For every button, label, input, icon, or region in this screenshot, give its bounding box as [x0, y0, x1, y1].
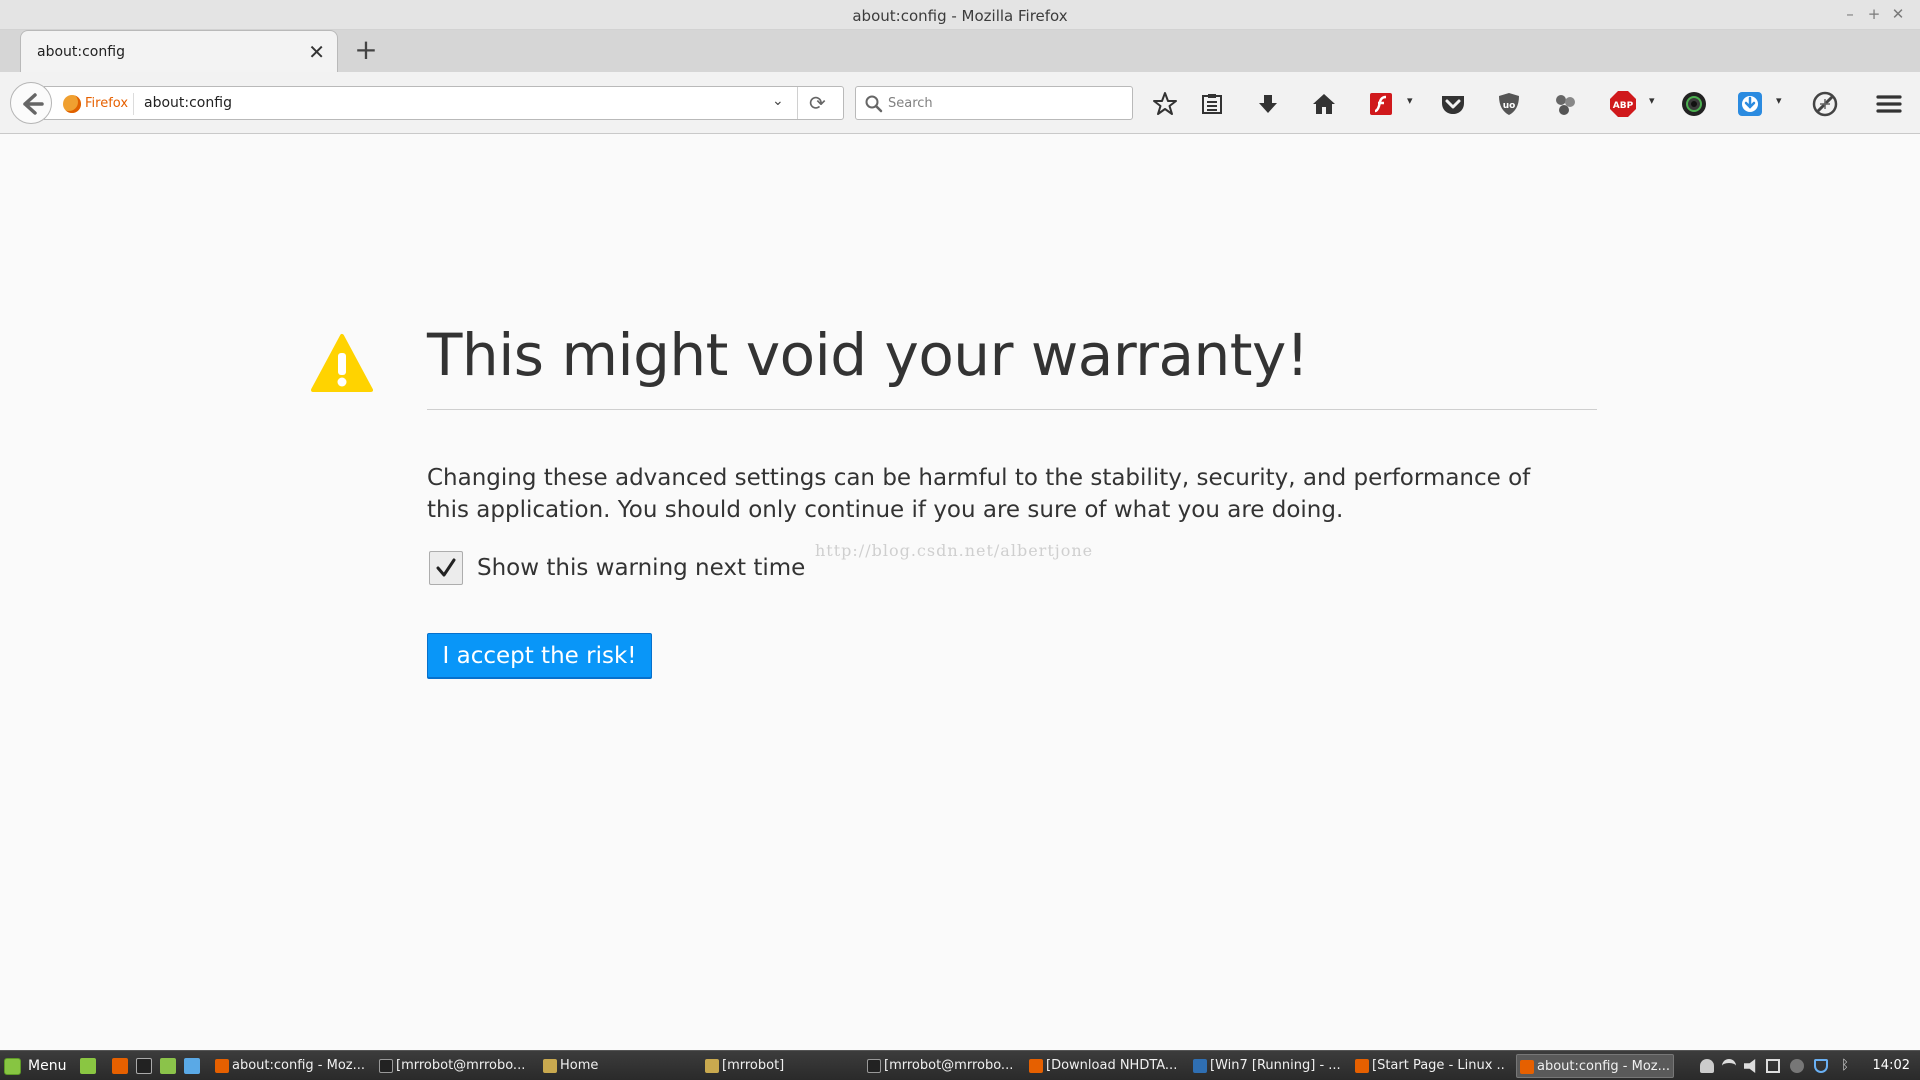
- flash-dropdown-icon[interactable]: ▾: [1407, 94, 1413, 107]
- taskbar-item-active[interactable]: about:config - Moz...: [1516, 1054, 1674, 1078]
- taskbar: Menu about:config - Moz... [mrrobot@mrro…: [0, 1050, 1920, 1080]
- divider: [133, 93, 134, 115]
- terminal-icon: [867, 1059, 881, 1073]
- window-titlebar: about:config - Mozilla Firefox – + ✕: [0, 0, 1920, 30]
- url-bar[interactable]: Firefox about:config ⌄ ⟳: [44, 86, 844, 120]
- star-icon[interactable]: [1150, 89, 1180, 119]
- home-icon[interactable]: [1309, 89, 1339, 119]
- close-window-button[interactable]: ✕: [1889, 5, 1907, 23]
- history-dropdown-icon[interactable]: ⌄: [772, 93, 784, 109]
- adblock-dropdown-icon[interactable]: ▾: [1649, 94, 1655, 107]
- extension-icon[interactable]: [1550, 89, 1580, 119]
- site-identity[interactable]: Firefox: [63, 93, 128, 115]
- menu-label: Menu: [28, 1058, 67, 1074]
- svg-text:ABP: ABP: [1613, 101, 1634, 111]
- firefox-icon: [1520, 1060, 1534, 1074]
- show-warning-label[interactable]: Show this warning next time: [477, 555, 805, 581]
- warning-description: Changing these advanced settings can be …: [427, 465, 1531, 523]
- url-text[interactable]: about:config: [144, 95, 232, 111]
- tab-strip: about:config ✕ +: [0, 30, 1920, 72]
- accept-risk-button[interactable]: I accept the risk!: [427, 633, 652, 678]
- taskbar-item[interactable]: [Win7 [Running] - ...: [1190, 1054, 1342, 1078]
- taskbar-item[interactable]: Home: [540, 1054, 692, 1078]
- taskbar-item[interactable]: [mrrobot@mrrobo...: [864, 1054, 1016, 1078]
- start-menu-button[interactable]: Menu: [4, 1055, 66, 1077]
- identity-label: Firefox: [85, 96, 129, 111]
- clipboard-icon[interactable]: [1766, 1059, 1780, 1073]
- bluetooth-icon[interactable]: ᛒ: [1838, 1059, 1852, 1073]
- taskbar-item[interactable]: about:config - Moz...: [212, 1054, 364, 1078]
- download-manager-dropdown-icon[interactable]: ▾: [1776, 94, 1782, 107]
- clock[interactable]: 14:02: [1873, 1058, 1910, 1073]
- show-warning-checkbox[interactable]: [429, 551, 463, 585]
- folder-icon: [543, 1059, 557, 1073]
- tab-about-config[interactable]: about:config ✕: [20, 30, 338, 72]
- update-icon[interactable]: [1790, 1059, 1804, 1073]
- taskbar-item[interactable]: [mrrobot]: [702, 1054, 854, 1078]
- firefox-icon: [215, 1059, 229, 1073]
- divider: [797, 87, 798, 119]
- search-icon: [865, 95, 883, 113]
- terminal-icon: [379, 1059, 393, 1073]
- firefox-launcher-icon[interactable]: [112, 1058, 128, 1074]
- download-icon[interactable]: [1253, 89, 1283, 119]
- maximize-button[interactable]: +: [1865, 5, 1883, 23]
- adblock-plus-icon[interactable]: ABP: [1608, 89, 1638, 119]
- window-title: about:config - Mozilla Firefox: [852, 7, 1068, 25]
- back-button[interactable]: [10, 82, 52, 124]
- mint-logo-icon: [4, 1058, 21, 1075]
- page-content: This might void your warranty! Changing …: [0, 135, 1920, 1050]
- firefox-icon: [1355, 1059, 1369, 1073]
- shield-icon[interactable]: [1814, 1059, 1828, 1073]
- watermark-text: http://blog.csdn.net/albertjone: [815, 541, 1094, 560]
- tab-label: about:config: [37, 44, 125, 60]
- svg-text:uo: uo: [1503, 101, 1516, 111]
- terminal-launcher-icon[interactable]: [136, 1058, 152, 1074]
- navigation-toolbar: Firefox about:config ⌄ ⟳ ▾ uo: [0, 72, 1920, 134]
- user-icon[interactable]: [1700, 1059, 1714, 1073]
- wifi-icon[interactable]: [1722, 1059, 1736, 1073]
- heading-divider: [427, 409, 1597, 410]
- ublock-icon[interactable]: uo: [1494, 89, 1524, 119]
- warning-icon: [311, 334, 373, 392]
- back-arrow-icon: [23, 93, 44, 115]
- taskbar-item[interactable]: [mrrobot@mrrobo...: [376, 1054, 528, 1078]
- taskbar-item[interactable]: [Start Page - Linux ...: [1352, 1054, 1504, 1078]
- search-input[interactable]: [888, 93, 1124, 113]
- new-tab-button[interactable]: +: [352, 34, 380, 66]
- reload-icon[interactable]: ⟳: [809, 91, 826, 115]
- no-script-icon[interactable]: [1810, 89, 1840, 119]
- download-manager-icon[interactable]: [1735, 89, 1765, 119]
- warning-heading: This might void your warranty!: [427, 321, 1309, 389]
- virtualbox-icon: [1193, 1059, 1207, 1073]
- files-launcher-icon[interactable]: [160, 1058, 176, 1074]
- pocket-icon[interactable]: [1438, 89, 1468, 119]
- camera-icon[interactable]: [1679, 89, 1709, 119]
- reading-list-icon[interactable]: [1197, 89, 1227, 119]
- checkmark-icon: [436, 558, 456, 577]
- folder-icon: [705, 1059, 719, 1073]
- close-tab-icon[interactable]: ✕: [308, 40, 325, 64]
- hamburger-menu-icon[interactable]: [1874, 89, 1904, 119]
- taskbar-item[interactable]: [Download NHDTA...: [1026, 1054, 1178, 1078]
- minimize-button[interactable]: –: [1841, 5, 1859, 23]
- show-desktop-icon[interactable]: [80, 1058, 96, 1074]
- firefox-icon: [1029, 1059, 1043, 1073]
- search-bar[interactable]: [855, 86, 1133, 120]
- flash-icon[interactable]: [1366, 89, 1396, 119]
- volume-icon[interactable]: [1744, 1059, 1756, 1073]
- firefox-icon: [63, 95, 81, 113]
- editor-launcher-icon[interactable]: [184, 1058, 200, 1074]
